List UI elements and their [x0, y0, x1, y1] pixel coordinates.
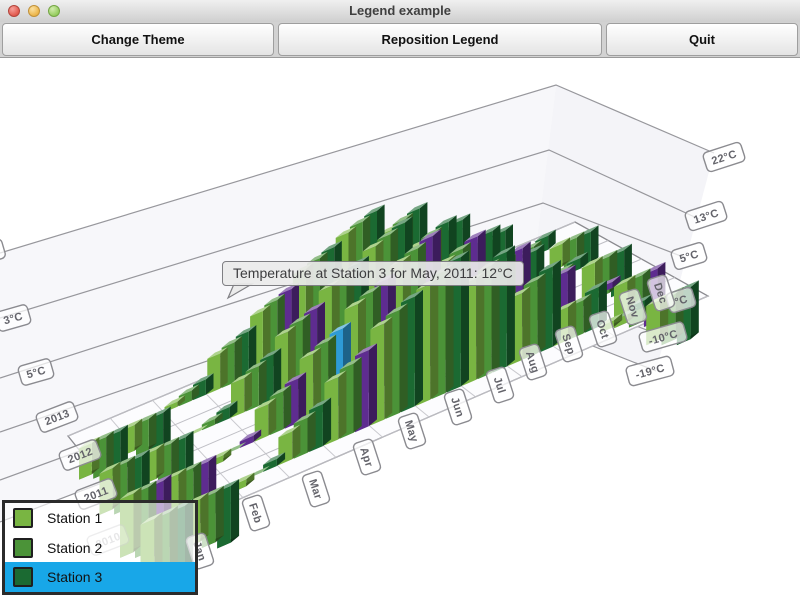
legend-swatch-station1 [13, 508, 33, 528]
minimize-button-icon[interactable] [28, 5, 40, 17]
legend-item-station2[interactable]: Station 2 [5, 533, 195, 563]
legend-swatch-station3 [13, 567, 33, 587]
window-title: Legend example [0, 0, 800, 22]
legend-label-station2: Station 2 [47, 540, 102, 556]
close-button-icon[interactable] [8, 5, 20, 17]
change-theme-button[interactable]: Change Theme [2, 23, 274, 56]
titlebar: Legend example [0, 0, 800, 23]
legend-item-station1[interactable]: Station 1 [5, 503, 195, 533]
legend-swatch-station2 [13, 538, 33, 558]
zoom-button-icon[interactable] [48, 5, 60, 17]
legend-item-station3[interactable]: Station 3 [5, 562, 195, 592]
toolbar: Change Theme Reposition Legend Quit [0, 22, 800, 58]
legend[interactable]: Station 1 Station 2 Station 3 [2, 500, 198, 595]
selection-tooltip: Temperature at Station 3 for May, 2011: … [222, 261, 524, 286]
reposition-legend-button[interactable]: Reposition Legend [278, 23, 602, 56]
quit-button[interactable]: Quit [606, 23, 798, 56]
legend-label-station3: Station 3 [47, 569, 102, 585]
legend-label-station1: Station 1 [47, 510, 102, 526]
app-window: 22°C13°C5°C°C-10°C-19°C3°C5°CJanFebMarAp… [0, 0, 800, 600]
